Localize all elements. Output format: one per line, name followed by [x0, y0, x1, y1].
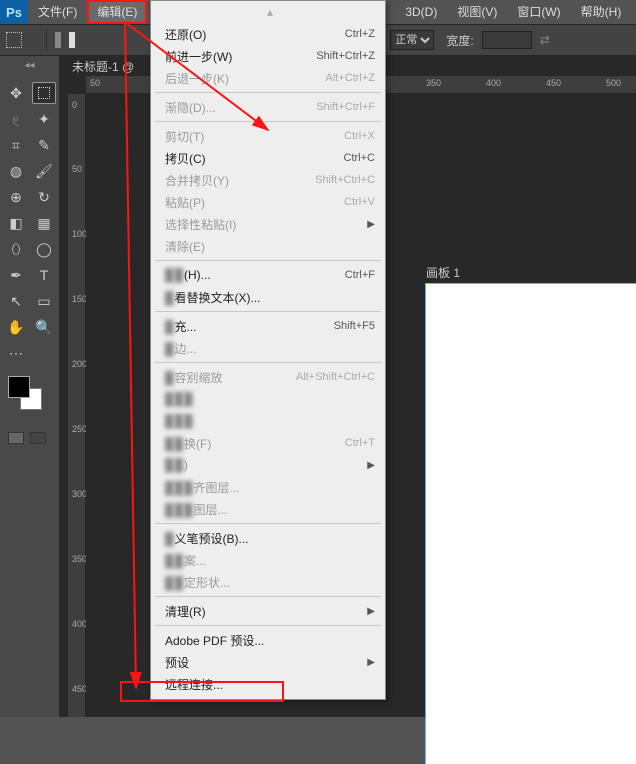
- menu-: █容别缩放Alt+Shift+Ctrl+C: [151, 366, 385, 388]
- menu-3d[interactable]: 3D(D): [395, 0, 447, 24]
- mode-icon-2[interactable]: [69, 32, 75, 48]
- menu-e: 清除(E): [151, 235, 385, 257]
- artboard-label[interactable]: 画板 1: [426, 264, 460, 281]
- eyedropper-tool[interactable]: ✎: [32, 134, 56, 156]
- v-ruler: 0 50 100 150 200 250 300 350 400 450: [68, 94, 86, 717]
- menu-[interactable]: 预设▶: [151, 651, 385, 673]
- menu-b[interactable]: █义笔预设(B)...: [151, 527, 385, 549]
- doc-tab[interactable]: 未标题-1 @: [72, 58, 134, 75]
- ps-logo: Ps: [0, 0, 28, 24]
- menu-window[interactable]: 窗口(W): [507, 0, 570, 24]
- marquee-tool[interactable]: [32, 82, 56, 104]
- menu-file[interactable]: 文件(F): [28, 0, 87, 24]
- menu-t: 剪切(T)Ctrl+X: [151, 125, 385, 147]
- menu-: ██案...: [151, 549, 385, 571]
- menu-: ███图层...: [151, 498, 385, 520]
- menu-y: 合并拷贝(Y)Shift+Ctrl+C: [151, 169, 385, 191]
- menu-r[interactable]: 清理(R)▶: [151, 600, 385, 622]
- menu-: ███: [151, 410, 385, 432]
- marquee-preset[interactable]: [6, 32, 22, 48]
- width-input[interactable]: [482, 31, 532, 49]
- blur-tool[interactable]: ⬯: [4, 238, 28, 260]
- dodge-tool[interactable]: ◯: [32, 238, 56, 260]
- wand-tool[interactable]: ✦: [32, 108, 56, 130]
- patch-tool[interactable]: ◍: [4, 160, 28, 182]
- mode-icon-1[interactable]: [55, 32, 61, 48]
- pen-tool[interactable]: ✒: [4, 264, 28, 286]
- type-tool[interactable]: T: [32, 264, 56, 286]
- menu-: ██定形状...: [151, 571, 385, 593]
- menu-f: ██换(F)Ctrl+T: [151, 432, 385, 454]
- menu-p: 粘贴(P)Ctrl+V: [151, 191, 385, 213]
- menu-w[interactable]: 前进一步(W)Shift+Ctrl+Z: [151, 45, 385, 67]
- menu-: ███齐图层...: [151, 476, 385, 498]
- eraser-tool[interactable]: ◧: [4, 212, 28, 234]
- gradient-tool[interactable]: ▦: [32, 212, 56, 234]
- menu-i: 选择性粘贴(I)▶: [151, 213, 385, 235]
- hand-tool[interactable]: ✋: [4, 316, 28, 338]
- artboard[interactable]: [426, 284, 636, 764]
- move-tool[interactable]: ✥: [4, 82, 28, 104]
- menu-[interactable]: 远程连接...: [151, 673, 385, 695]
- screen-mode-icon[interactable]: [8, 432, 24, 444]
- stamp-tool[interactable]: ⊕: [4, 186, 28, 208]
- edit-dropdown: ▴ 还原(O)Ctrl+Z前进一步(W)Shift+Ctrl+Z后退一步(K)A…: [150, 0, 386, 700]
- shape-tool[interactable]: ▭: [32, 290, 56, 312]
- menu-k: 后退一步(K)Alt+Ctrl+Z: [151, 67, 385, 89]
- menu-edit[interactable]: 编辑(E): [87, 0, 147, 24]
- crop-tool[interactable]: ⌗: [4, 134, 28, 156]
- color-swatches[interactable]: [8, 376, 44, 412]
- menu-: █边...: [151, 337, 385, 359]
- menu-h[interactable]: ██(H)...Ctrl+F: [151, 264, 385, 286]
- menu-c[interactable]: 拷贝(C)Ctrl+C: [151, 147, 385, 169]
- history-tool[interactable]: ↻: [32, 186, 56, 208]
- menu-x[interactable]: █看替换文本(X)...: [151, 286, 385, 308]
- menu-: ███: [151, 388, 385, 410]
- path-tool[interactable]: ↖: [4, 290, 28, 312]
- menu-d: 渐隐(D)...Shift+Ctrl+F: [151, 96, 385, 118]
- menu-[interactable]: █充...Shift+F5: [151, 315, 385, 337]
- width-label: 宽度:: [446, 32, 473, 49]
- lasso-tool[interactable]: 𓏲: [4, 108, 28, 130]
- more-tool[interactable]: ⋯: [4, 342, 28, 364]
- fg-swatch[interactable]: [8, 376, 30, 398]
- zoom-tool[interactable]: 🔍: [32, 316, 56, 338]
- quick-mask-icon[interactable]: [30, 432, 46, 444]
- style-select[interactable]: 正常: [390, 30, 434, 50]
- menu-help[interactable]: 帮助(H): [571, 0, 632, 24]
- menu-view[interactable]: 视图(V): [447, 0, 507, 24]
- menu-o[interactable]: 还原(O)Ctrl+Z: [151, 23, 385, 45]
- menu-adobepdf[interactable]: Adobe PDF 预设...: [151, 629, 385, 651]
- menu-a: ██)▶: [151, 454, 385, 476]
- brush-tool[interactable]: 🖌: [32, 160, 56, 182]
- tools-panel: ◂◂ ✥ 𓏲 ✦ ⌗ ✎ ◍ 🖌 ⊕ ↻ ◧ ▦ ⬯ ◯ ✒ T ↖ ▭ ✋ 🔍…: [0, 56, 60, 717]
